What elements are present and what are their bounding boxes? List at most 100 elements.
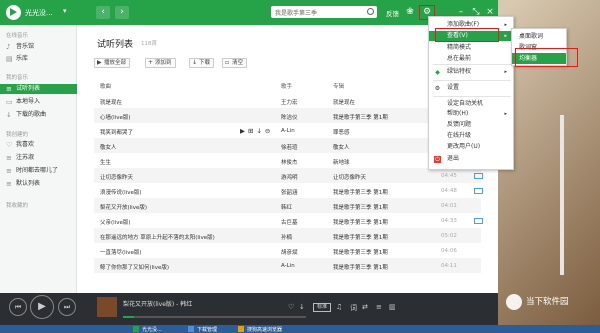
song-duration: 05:02 [441, 233, 457, 239]
taskbar-item-download[interactable]: 下载管理 [197, 326, 217, 333]
table-row[interactable]: 我笑到都哭了A-Lin罪恶感04:01▶⊞↓⊖ [94, 123, 483, 138]
table-row[interactable]: 心墙(live版)陈洁仪我是歌手第三季 第1期04:40 [94, 108, 481, 123]
submenu-item[interactable]: 桌面歌词 [512, 31, 566, 42]
sidebar-item-label: 默认列表 [16, 180, 41, 187]
column-header-song[interactable]: 歌曲 [100, 82, 111, 90]
song-album: 我是歌手第三季 第1期 [333, 190, 388, 196]
more-icon[interactable]: ⊖ [265, 127, 270, 135]
feedback-link[interactable]: 反馈 [386, 8, 399, 18]
heart-icon[interactable]: ♡ [288, 303, 294, 311]
add-icon[interactable]: ⊞ [248, 127, 253, 135]
menu-item[interactable]: 在线升级 [429, 131, 513, 141]
submenu-arrow-icon: ▸ [504, 111, 507, 117]
menu-item[interactable]: 设定自动关机 [429, 99, 513, 109]
song-title: 父亲(live版) [100, 220, 131, 226]
table-row[interactable]: 浪漫传说(live版) 张韶涵 我是歌手第三季 第1期 04:48 [94, 183, 483, 198]
sidebar-section-mine: 我的音乐 [6, 75, 29, 81]
sidebar-section-collected: 我收藏的 [6, 203, 29, 209]
menu-item-label: 帮助(H) [447, 110, 469, 117]
scrollbar[interactable] [560, 115, 564, 275]
search-icon[interactable] [367, 8, 374, 15]
user-name[interactable]: 光光没... [25, 8, 53, 18]
sidebar-item-playlist-3[interactable]: ≡ 时间都去哪儿了 [0, 166, 77, 176]
download-button[interactable]: ↓ 下载 [189, 58, 215, 68]
forward-button[interactable]: › [115, 6, 129, 19]
qqmusic-taskbar-icon[interactable] [133, 326, 139, 332]
album-cover[interactable] [97, 297, 117, 317]
table-row[interactable]: 生生林俊杰新地球04:18 [94, 153, 481, 168]
table-row[interactable]: 让切恋像昨天 游鸿明 让切恋像昨天 04:45 [94, 168, 483, 183]
next-button[interactable]: ⏭ [58, 298, 76, 316]
song-title: 心墙(live版) [100, 115, 131, 121]
song-artist: 王力宏 [281, 100, 298, 106]
sidebar-item-label: 音乐馆 [16, 43, 35, 50]
play-list-icon: ≡ [6, 85, 12, 93]
column-header-artist[interactable]: 歌手 [281, 82, 292, 90]
sidebar-item-local-import[interactable]: ▭ 本地导入 [0, 97, 77, 107]
music-player-window: 光光没... ▾ ‹ › 我是歌手第三季 反馈 ❀ ⚙ – ⤡ × 在线音乐 ♪… [0, 0, 564, 333]
search-input[interactable]: 我是歌手第三季 [271, 6, 377, 18]
play-icon[interactable]: ▶ [240, 127, 245, 135]
sidebar-item-library[interactable]: ▤ 乐库 [0, 54, 77, 64]
download-icon: ↓ [192, 59, 198, 66]
menu-item[interactable]: ◆ 绿钻特权 ▸ [429, 67, 513, 77]
menu-item[interactable]: 反馈问题 [429, 120, 513, 130]
song-duration: 04:48 [441, 188, 457, 194]
taskbar-item-browser[interactable]: 搜狗高速浏览器 [247, 326, 282, 333]
play-button[interactable]: ▶ [30, 295, 54, 319]
sidebar-item-playlist-2[interactable]: ≡ 注苏淑 [0, 153, 77, 163]
hq-badge [474, 188, 483, 194]
app-logo-icon[interactable] [6, 5, 21, 20]
table-row[interactable]: 一直落尽(live版) 胡彦斌 我是歌手第三季 第1期 04:06 [94, 243, 481, 258]
download-icon[interactable]: ↓ [256, 127, 261, 135]
menu-item[interactable]: 总在最前 [429, 54, 513, 64]
quality-selector[interactable]: 标准 [313, 303, 331, 312]
sidebar-item-play-list[interactable]: ≡ 试听列表 [0, 84, 77, 94]
table-row[interactable]: 鲸了你你那了又如何(live版) A-Lin 我是歌手第三季 第1期 04:11 [94, 258, 481, 273]
clear-button[interactable]: ▫ 清空 [222, 58, 248, 68]
chevron-down-icon[interactable]: ▾ [63, 7, 67, 15]
download-taskbar-icon[interactable] [188, 326, 194, 332]
menu-item[interactable]: 更改用户(U) [429, 142, 513, 152]
column-header-album[interactable]: 专辑 [333, 82, 344, 90]
menu-item[interactable]: ⚙ 设置 [429, 83, 513, 93]
sidebar-item-default-list[interactable]: ≡ 默认列表 [0, 179, 77, 189]
song-album: 让切恋像昨天 [333, 175, 367, 181]
menu-item-label: 精简模式 [447, 44, 472, 51]
browser-taskbar-icon[interactable] [238, 326, 244, 332]
playlist-icon[interactable]: ≡ [376, 303, 382, 311]
progress-bar[interactable] [123, 316, 306, 318]
song-artist: A-Lin [281, 263, 295, 269]
equalizer-icon[interactable]: ▥ [389, 303, 396, 311]
previous-button[interactable]: ⏮ [9, 298, 27, 316]
back-button[interactable]: ‹ [96, 6, 110, 19]
download-icon[interactable]: ↓ [299, 303, 305, 311]
menu-item[interactable]: 精简模式 [429, 43, 513, 53]
song-title: 一直落尽(live版) [100, 250, 142, 256]
progress-fill [123, 316, 134, 318]
sidebar-item-favorites[interactable]: ♡ 我喜欢 [0, 140, 77, 150]
add-to-button[interactable]: + 添加到 [145, 58, 176, 68]
sidebar-item-downloads[interactable]: ↓ 下载的歌曲 [0, 110, 77, 120]
lyrics-icon[interactable]: 词 [350, 303, 357, 313]
table-row[interactable]: 梨花又开放(live版) 韩红 我是歌手第三季 第1期 04:01 [94, 198, 481, 213]
skin-icon[interactable]: ❀ [404, 6, 416, 18]
song-album: 我是歌手第三季 第1期 [333, 265, 388, 271]
song-title: 我笑到都哭了 [100, 130, 134, 136]
sidebar-item-music-hall[interactable]: ♪ 音乐馆 [0, 42, 77, 52]
table-row[interactable]: 父亲(live版) 古巨基 我是歌手第三季 第1期 04:33 [94, 213, 483, 228]
table-row[interactable]: 就是现在王力宏就是现在03:59 [94, 93, 481, 108]
play-mode-icon[interactable]: ⇄ [362, 303, 368, 311]
hq-badge [474, 218, 483, 224]
play-all-button[interactable]: ▶ 播放全部 [94, 58, 131, 68]
menu-separator [433, 96, 511, 97]
table-row[interactable]: 在那遥远的地方 草原上升起不落的太阳(live版) 孙楠 我是歌手第三季 第1期 05… [94, 228, 481, 243]
menu-item[interactable]: ⏻ 退出 [429, 154, 513, 164]
table-row[interactable]: 敬女人徐若瑄敬女人04:08 [94, 138, 481, 153]
menu-item[interactable]: 帮助(H) ▸ [429, 109, 513, 119]
sidebar-item-label: 下载的歌曲 [16, 111, 47, 118]
taskbar-item-player[interactable]: 光光没... [142, 326, 162, 333]
song-artist: 游鸿明 [281, 175, 298, 181]
volume-icon[interactable]: ♫ [336, 303, 342, 311]
song-album: 我是歌手第三季 第1期 [333, 115, 388, 121]
